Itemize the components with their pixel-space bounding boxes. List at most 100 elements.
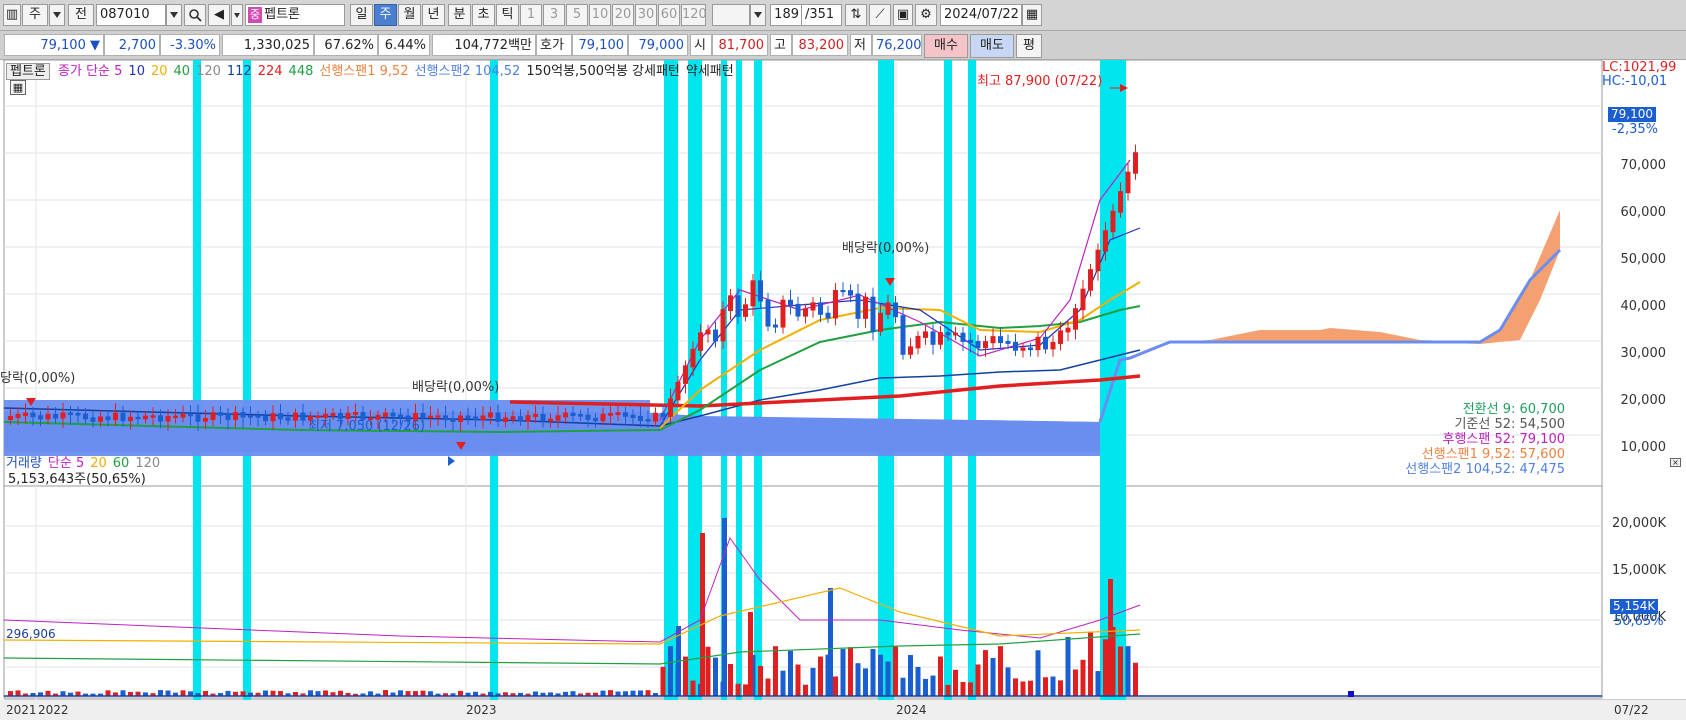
interval-tab-0[interactable]: 1 xyxy=(520,4,542,26)
prev-button[interactable]: 전 xyxy=(68,4,94,26)
candle-body xyxy=(240,412,246,418)
legend-item-11[interactable]: 약세패턴 xyxy=(686,64,734,79)
ichimoku-line-4: 선행스팬2 104,52: 47,475 xyxy=(1405,462,1565,477)
volume-legend-item-3[interactable]: 60 xyxy=(113,456,130,471)
interval-tab-7[interactable]: 120 xyxy=(681,4,706,26)
period-tab-0[interactable]: 일 xyxy=(350,4,373,26)
legend-item-2[interactable]: 20 xyxy=(151,64,168,79)
interval-dropdown-icon[interactable] xyxy=(750,4,766,26)
search-icon[interactable] xyxy=(184,4,206,26)
line-tool-icon[interactable]: ⟋ xyxy=(869,4,891,26)
pattern-highlight-column xyxy=(688,60,702,700)
calendar-icon[interactable]: ▦ xyxy=(1022,4,1042,26)
candle-body xyxy=(435,415,441,418)
save-icon[interactable]: ▣ xyxy=(893,4,913,26)
legend-item-8[interactable]: 선행스팬1 9,52 xyxy=(319,64,408,79)
interval-tab-4[interactable]: 20 xyxy=(612,4,634,26)
period-tab-5[interactable]: 초 xyxy=(472,4,495,26)
candle-body xyxy=(210,412,216,420)
sell-button[interactable]: 매도 xyxy=(970,34,1014,58)
speaker-dropdown-icon[interactable] xyxy=(231,4,243,26)
quote-bid[interactable]: 79,000 xyxy=(628,34,688,56)
legend-item-7[interactable]: 448 xyxy=(289,64,314,79)
interval-tab-3[interactable]: 10 xyxy=(589,4,611,26)
candle-body xyxy=(608,413,613,416)
period-tab-3[interactable]: 년 xyxy=(422,4,445,26)
stock-name-field[interactable]: 중 펩트론 xyxy=(245,4,345,26)
candle-tool-icon[interactable]: ⇅ xyxy=(845,4,867,26)
legend-item-5[interactable]: 112 xyxy=(227,64,252,79)
chart-canvas[interactable] xyxy=(0,60,1686,720)
count-current[interactable]: 189 xyxy=(770,4,802,26)
volume-bar xyxy=(975,664,981,696)
interval-tab-2[interactable]: 5 xyxy=(566,4,588,26)
legend-item-3[interactable]: 40 xyxy=(174,64,191,79)
gear-icon[interactable]: ⚙ xyxy=(915,4,937,26)
period-tab-6[interactable]: 틱 xyxy=(496,4,519,26)
interval-tab-5[interactable]: 30 xyxy=(635,4,657,26)
interval-tab-6[interactable]: 60 xyxy=(658,4,680,26)
volume-bar xyxy=(45,690,51,696)
volume-bar xyxy=(788,650,793,696)
volume-bar xyxy=(923,678,928,696)
legend-item-9[interactable]: 선행스팬2 104,52 xyxy=(415,64,521,79)
candle-body xyxy=(390,412,396,417)
search-glyph xyxy=(189,9,202,22)
legend-item-1[interactable]: 10 xyxy=(128,64,145,79)
eval-button[interactable]: 평 xyxy=(1016,34,1042,58)
volume-bar xyxy=(773,646,778,696)
volume-legend-item-2[interactable]: 20 xyxy=(90,456,107,471)
candle-body xyxy=(428,415,433,418)
quote-volume-ratio: 67.62% xyxy=(314,34,378,56)
market-dropdown-icon[interactable] xyxy=(49,4,65,26)
volume-legend-item-1[interactable]: 단순 5 xyxy=(48,456,84,471)
chart-area[interactable]: 펩트론 종가 단순 5 10 20 40 120 112 224 448 선행스팬1 9,52 선… xyxy=(0,60,1686,720)
table-icon[interactable]: ▦ xyxy=(10,80,26,95)
speaker-icon[interactable]: ◀ xyxy=(208,4,230,26)
interval-custom-input[interactable] xyxy=(712,4,750,26)
legend-item-4[interactable]: 120 xyxy=(196,64,221,79)
legend-stock-label[interactable]: 펩트론 xyxy=(6,63,50,80)
interval-tab-1[interactable]: 3 xyxy=(543,4,565,26)
period-tab-4[interactable]: 분 xyxy=(448,4,471,26)
panel-close-icon[interactable]: × xyxy=(1670,458,1681,467)
candle-body xyxy=(525,415,531,422)
layout-icon[interactable]: ▥ xyxy=(3,4,21,26)
volume-value: 1,330,025 xyxy=(243,38,310,53)
candle-body xyxy=(1110,210,1116,233)
candle-body xyxy=(353,412,358,415)
candle-body xyxy=(480,415,486,421)
volume-legend-item-4[interactable]: 120 xyxy=(135,456,160,471)
period-tab-2[interactable]: 월 xyxy=(398,4,421,26)
candle-body xyxy=(585,414,591,420)
volume-bar xyxy=(105,690,111,696)
market-select[interactable]: 주 xyxy=(22,4,48,26)
volume-pct-badge: 50,65% xyxy=(1614,614,1664,629)
stock-code-input[interactable]: 087010 xyxy=(96,4,166,26)
pattern-highlight-column xyxy=(754,60,762,700)
legend-item-10[interactable]: 150억봉,500억봉 강세패턴 xyxy=(526,64,680,79)
candle-body xyxy=(225,413,231,420)
legend-item-0[interactable]: 종가 단순 5 xyxy=(58,64,122,79)
volume-bar xyxy=(863,668,868,696)
buy-button[interactable]: 매수 xyxy=(924,34,968,58)
volume-bar xyxy=(1103,639,1108,696)
volume-legend-item-0[interactable]: 거래량 xyxy=(6,456,42,471)
legend-item-6[interactable]: 224 xyxy=(258,64,283,79)
candle-body xyxy=(420,412,426,418)
period-tab-1[interactable]: 주 xyxy=(374,4,397,26)
candle-body xyxy=(675,381,681,401)
candle-body xyxy=(893,302,898,318)
dividend-annotation-3: 당락(0,00%) xyxy=(0,371,76,386)
ask-value: 79,100 xyxy=(578,38,625,53)
code-dropdown-icon[interactable] xyxy=(166,4,182,26)
main-toolbar: ▥ 주 전 087010 ◀ 중 펩트론 일주월년분초틱 1 3 5 10 20 30 60 1… xyxy=(0,0,1686,31)
volume-bar xyxy=(1133,662,1138,696)
quote-ask[interactable]: 79,100 xyxy=(572,34,628,56)
date-input[interactable]: 2024/07/22 xyxy=(940,4,1022,26)
price-value: 79,100 xyxy=(40,38,86,53)
candle-body xyxy=(255,415,261,418)
candle-body xyxy=(698,332,703,351)
quote-amount: 104,772백만 xyxy=(432,34,536,56)
candle-body xyxy=(398,414,403,418)
